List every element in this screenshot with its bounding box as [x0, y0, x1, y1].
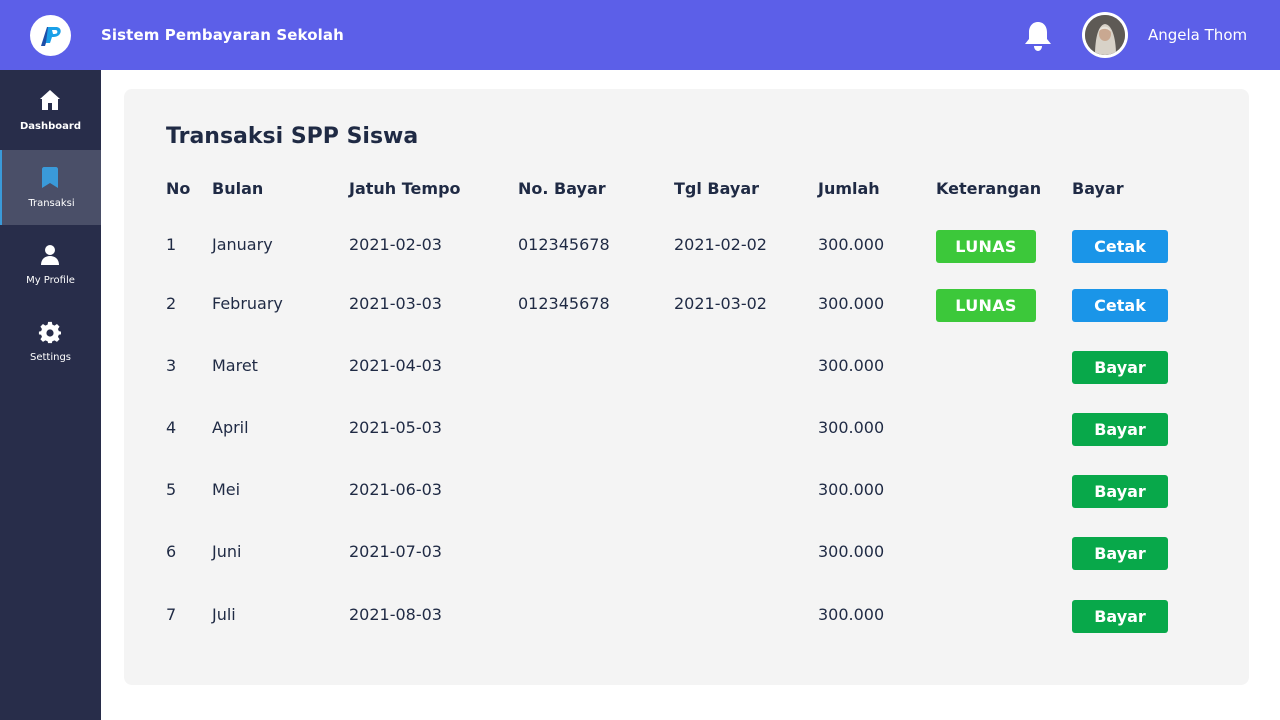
cell-jumlah: 300.000	[818, 418, 885, 437]
cell-bulan: Maret	[212, 356, 258, 375]
cell-jumlah: 300.000	[818, 605, 885, 624]
bayar-button[interactable]: Bayar	[1072, 413, 1168, 446]
cell-jatuh-tempo: 2021-02-03	[349, 235, 442, 254]
column-header-no: No	[166, 179, 191, 198]
sidebar-item-settings[interactable]: Settings	[0, 304, 101, 379]
cell-no: 5	[166, 480, 177, 499]
cell-bulan: January	[212, 235, 273, 254]
cell-jumlah: 300.000	[818, 356, 885, 375]
app-logo[interactable]	[30, 15, 71, 56]
cell-no: 3	[166, 356, 177, 375]
user-name[interactable]: Angela Thom	[1148, 26, 1247, 44]
page-title: Transaksi SPP Siswa	[166, 124, 419, 149]
cell-jatuh-tempo: 2021-05-03	[349, 418, 442, 437]
cell-jatuh-tempo: 2021-03-03	[349, 294, 442, 313]
cell-no-bayar: 012345678	[518, 235, 610, 254]
sidebar-item-label: Dashboard	[20, 121, 81, 132]
cell-bulan: Juli	[212, 605, 236, 624]
sidebar-item-label: Transaksi	[28, 198, 75, 209]
cell-no: 2	[166, 294, 177, 313]
cell-tgl-bayar: 2021-02-02	[674, 235, 767, 254]
cell-no-bayar: 012345678	[518, 294, 610, 313]
sidebar-item-dashboard[interactable]: Dashboard	[0, 70, 101, 145]
home-icon	[40, 90, 60, 110]
sidebar-item-transaksi[interactable]: Transaksi	[0, 150, 101, 225]
bayar-button[interactable]: Bayar	[1072, 351, 1168, 384]
user-avatar[interactable]	[1082, 12, 1128, 58]
transaction-card: Transaksi SPP Siswa No Bulan Jatuh Tempo…	[124, 89, 1249, 685]
column-header-jatuh-tempo: Jatuh Tempo	[349, 179, 461, 198]
sidebar: Dashboard Transaksi My Profile Settings	[0, 70, 101, 720]
status-badge: LUNAS	[936, 289, 1036, 322]
cell-tgl-bayar: 2021-03-02	[674, 294, 767, 313]
gear-icon	[38, 321, 61, 344]
cell-bulan: Juni	[212, 542, 242, 561]
top-bar: Sistem Pembayaran Sekolah Angela Thom	[0, 0, 1280, 70]
sidebar-item-label: My Profile	[26, 275, 75, 286]
cetak-button[interactable]: Cetak	[1072, 230, 1168, 263]
cell-jatuh-tempo: 2021-07-03	[349, 542, 442, 561]
column-header-tgl-bayar: Tgl Bayar	[674, 179, 760, 198]
cell-no: 7	[166, 605, 177, 624]
cell-jumlah: 300.000	[818, 294, 885, 313]
cell-no: 6	[166, 542, 177, 561]
app-title: Sistem Pembayaran Sekolah	[101, 26, 344, 44]
bayar-button[interactable]: Bayar	[1072, 537, 1168, 570]
status-badge: LUNAS	[936, 230, 1036, 263]
column-header-jumlah: Jumlah	[818, 179, 880, 198]
cell-jumlah: 300.000	[818, 542, 885, 561]
bayar-button[interactable]: Bayar	[1072, 475, 1168, 508]
column-header-no-bayar: No. Bayar	[518, 179, 606, 198]
cell-jatuh-tempo: 2021-08-03	[349, 605, 442, 624]
column-header-keterangan: Keterangan	[936, 179, 1042, 198]
cell-jatuh-tempo: 2021-04-03	[349, 356, 442, 375]
cell-bulan: Mei	[212, 480, 241, 499]
column-header-bayar: Bayar	[1072, 179, 1124, 198]
cetak-button[interactable]: Cetak	[1072, 289, 1168, 322]
cell-jumlah: 300.000	[818, 480, 885, 499]
bookmark-icon	[42, 167, 58, 188]
cell-no: 1	[166, 235, 177, 254]
bayar-button[interactable]: Bayar	[1072, 600, 1168, 633]
sidebar-item-my-profile[interactable]: My Profile	[0, 227, 101, 302]
cell-jumlah: 300.000	[818, 235, 885, 254]
sidebar-item-label: Settings	[29, 352, 71, 363]
cell-bulan: February	[212, 294, 283, 313]
cell-no: 4	[166, 418, 177, 437]
column-header-bulan: Bulan	[212, 179, 264, 198]
cell-bulan: April	[212, 418, 249, 437]
cell-jatuh-tempo: 2021-06-03	[349, 480, 442, 499]
user-icon	[41, 245, 59, 265]
bell-icon[interactable]	[1023, 20, 1053, 52]
